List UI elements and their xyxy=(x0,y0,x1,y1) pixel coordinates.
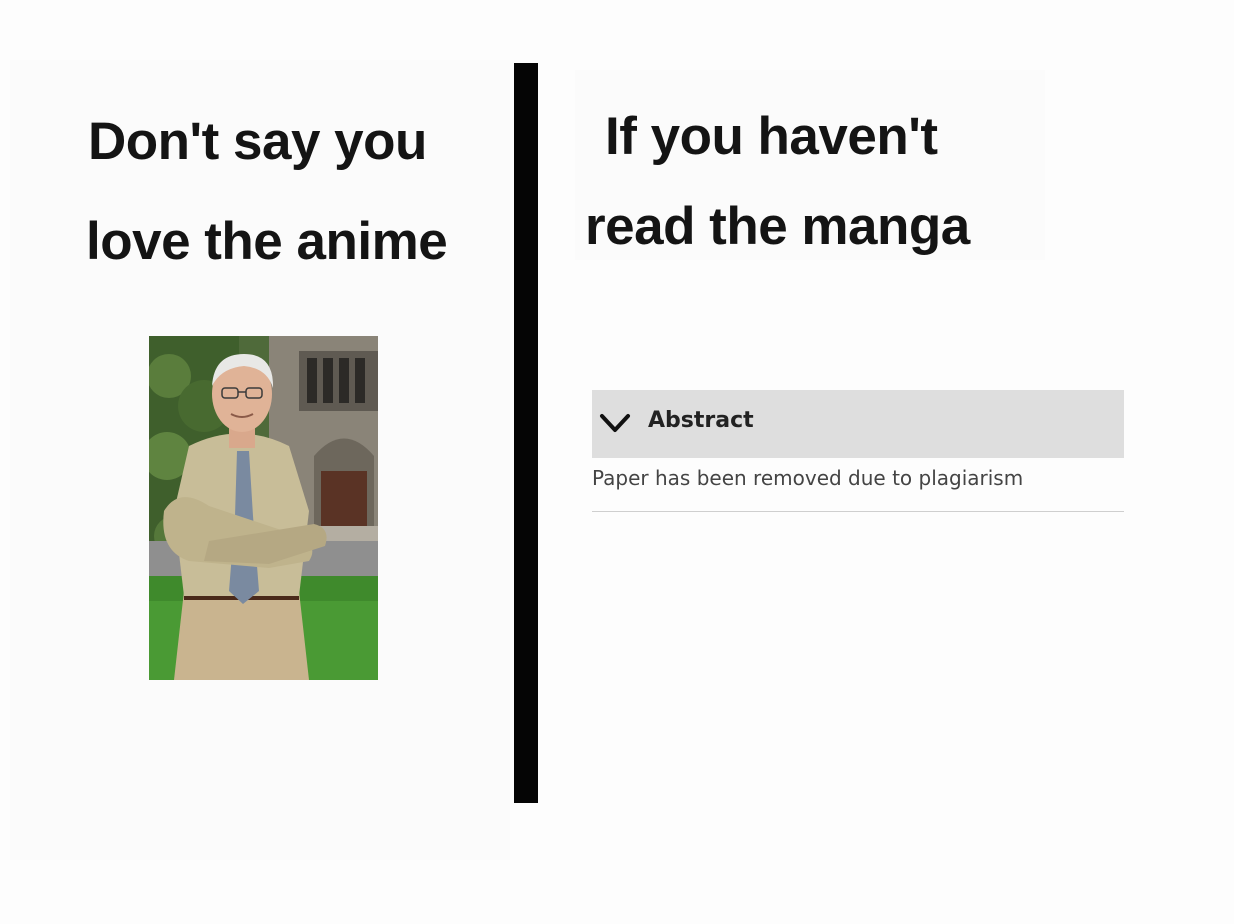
abstract-toggle[interactable]: Abstract xyxy=(592,390,1124,458)
right-caption-line-1: If you haven't xyxy=(605,107,938,166)
left-caption-line-1: Don't say you xyxy=(88,112,427,171)
abstract-body: Paper has been removed due to plagiarism xyxy=(592,466,1024,490)
vertical-divider xyxy=(514,63,538,803)
abstract-divider xyxy=(592,511,1124,512)
right-caption-line-2: read the manga xyxy=(585,197,970,256)
meme-canvas: Don't say you love the anime If you have… xyxy=(0,0,1234,924)
left-caption-line-2: love the anime xyxy=(86,212,448,271)
portrait-photo xyxy=(149,336,378,680)
chevron-down-icon xyxy=(598,410,632,436)
abstract-title: Abstract xyxy=(648,408,754,433)
